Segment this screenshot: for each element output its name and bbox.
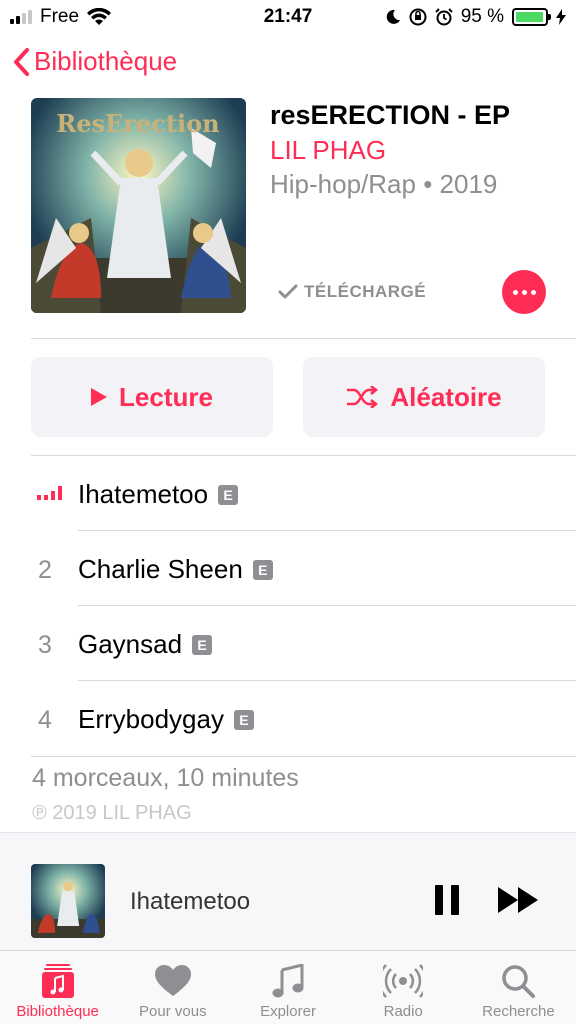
tab-library[interactable]: Bibliothèque — [0, 951, 115, 1024]
pause-button[interactable] — [432, 885, 462, 915]
track-number: 4 — [38, 706, 52, 734]
album-genre-year: Hip-hop/Rap • 2019 — [270, 169, 498, 199]
mini-player-artwork — [31, 864, 105, 938]
status-right: 95 % — [385, 6, 566, 28]
play-button[interactable]: Lecture — [31, 357, 273, 437]
tab-for-you[interactable]: Pour vous — [115, 951, 230, 1024]
tracks-bottom-divider — [31, 756, 576, 757]
back-button[interactable]: Bibliothèque — [12, 46, 177, 77]
explicit-badge: E — [218, 484, 239, 505]
track-title: Errybodygay — [78, 704, 224, 734]
fast-forward-button[interactable] — [498, 887, 540, 913]
pause-icon-bar — [451, 885, 459, 915]
track-title: Charlie Sheen — [78, 554, 243, 584]
track-row[interactable]: 4 Errybodygay E — [0, 681, 576, 756]
play-icon — [91, 388, 108, 406]
track-title: Gaynsad — [78, 629, 183, 659]
pause-icon — [435, 885, 443, 915]
album-artist[interactable]: LIL PHAG — [270, 135, 386, 166]
copyright-text: ℗ 2019 LIL PHAG — [32, 802, 192, 824]
mini-player[interactable]: Ihatemetoo — [0, 832, 576, 950]
track-title: Ihatemetoo — [78, 479, 209, 509]
track-title-wrapper: Ihatemetoo E — [78, 479, 239, 510]
music-note-icon — [272, 961, 304, 1001]
track-title-wrapper: Gaynsad E — [78, 629, 213, 660]
track-number: 3 — [38, 631, 52, 659]
checkmark-icon — [278, 284, 298, 299]
status-bar: Free 21:47 95 % — [0, 0, 576, 34]
shuffle-icon — [347, 386, 379, 408]
track-title-wrapper: Errybodygay E — [78, 704, 254, 735]
track-number: 2 — [38, 556, 52, 584]
moon-icon — [386, 9, 400, 24]
rotation-lock-icon — [409, 8, 427, 26]
alarm-icon — [434, 8, 453, 26]
mini-player-title: Ihatemetoo — [130, 888, 251, 915]
album-artwork[interactable]: ResErection — [31, 98, 246, 313]
charging-icon — [556, 9, 566, 25]
shuffle-label: Aléatoire — [390, 381, 502, 412]
ellipsis-dot — [530, 289, 536, 295]
ellipsis-icon — [512, 289, 518, 295]
play-label: Lecture — [119, 381, 213, 412]
album-summary: 4 morceaux, 10 minutes — [32, 764, 299, 792]
chevron-left-icon — [14, 47, 29, 76]
library-icon — [41, 961, 74, 1001]
ellipsis-dot — [521, 289, 527, 295]
downloaded-status: TÉLÉCHARGÉ — [278, 282, 426, 302]
now-playing-equalizer-icon — [37, 486, 62, 500]
radio-icon — [383, 961, 424, 1001]
album-title: resERECTION - EP — [270, 100, 511, 130]
tab-browse[interactable]: Explorer — [230, 951, 345, 1024]
tab-label: Pour vous — [139, 1003, 207, 1020]
tab-label: Recherche — [482, 1003, 555, 1020]
shuffle-button[interactable]: Aléatoire — [303, 357, 545, 437]
tab-radio[interactable]: Radio — [346, 951, 461, 1024]
explicit-badge: E — [233, 709, 254, 730]
header-divider — [31, 338, 576, 339]
tab-search[interactable]: Recherche — [461, 951, 576, 1024]
tab-label: Bibliothèque — [16, 1003, 99, 1020]
track-row[interactable]: 2 Charlie Sheen E — [0, 531, 576, 606]
tab-bar: Bibliothèque Pour vous Explorer Radio Re… — [0, 950, 576, 1024]
explicit-badge: E — [252, 559, 273, 580]
search-icon — [501, 961, 536, 1001]
track-row[interactable]: 3 Gaynsad E — [0, 606, 576, 681]
tab-label: Explorer — [260, 1003, 316, 1020]
battery-percent: 95 % — [460, 6, 504, 27]
heart-icon — [154, 961, 191, 1001]
tab-label: Radio — [383, 1003, 423, 1020]
explicit-badge: E — [192, 634, 213, 655]
artwork-image: ResErection — [31, 98, 246, 313]
more-options-button[interactable] — [502, 270, 546, 314]
back-label: Bibliothèque — [34, 46, 178, 76]
downloaded-label: TÉLÉCHARGÉ — [304, 282, 427, 301]
artwork-logo-text: ResErection — [56, 109, 219, 138]
track-title-wrapper: Charlie Sheen E — [78, 554, 273, 585]
mini-artwork-image — [31, 864, 105, 938]
battery-icon — [512, 8, 551, 26]
track-row[interactable]: Ihatemetoo E — [0, 456, 576, 531]
